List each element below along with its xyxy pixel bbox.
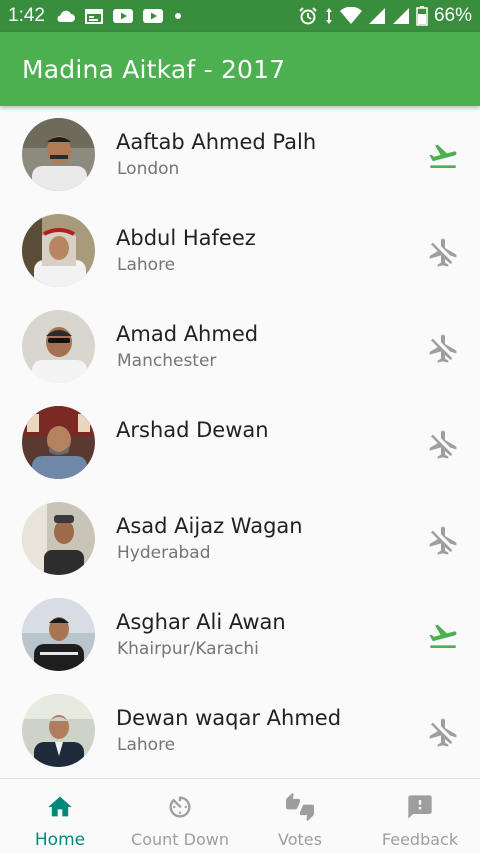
app-bar: Madina Aitkaf - 2017 <box>0 32 480 106</box>
avatar <box>22 118 95 191</box>
data-arrows-icon <box>324 6 334 26</box>
person-name: Abdul Hafeez <box>116 226 256 250</box>
alarm-icon <box>298 6 318 26</box>
list-item[interactable]: Aaftab Ahmed Palh London <box>0 106 480 202</box>
person-name: Aaftab Ahmed Palh <box>116 130 317 154</box>
list-item[interactable]: Asad Aijaz Wagan Hyderabad <box>0 490 480 586</box>
thumbs-up-down-icon <box>285 793 315 826</box>
list-item[interactable]: Asghar Ali Awan Khairpur/Karachi <box>0 586 480 682</box>
cloud-icon <box>55 9 75 23</box>
bottom-navigation: Home Count Down Votes Feedback <box>0 778 480 853</box>
person-city: Manchester <box>117 351 217 371</box>
battery-icon <box>416 6 428 26</box>
nav-votes-label: Votes <box>278 830 322 849</box>
person-name: Asghar Ali Awan <box>116 610 286 634</box>
timer-icon <box>166 793 194 826</box>
youtube-icon <box>112 9 133 23</box>
dot-icon <box>173 11 183 21</box>
avatar <box>22 310 95 383</box>
flight-takeoff-icon[interactable] <box>427 620 459 652</box>
nav-count-down[interactable]: Count Down <box>120 779 240 853</box>
avatar <box>22 502 95 575</box>
airplanemode-off-icon[interactable] <box>427 716 459 748</box>
calendar-icon <box>84 8 103 24</box>
avatar <box>22 406 95 479</box>
nav-home[interactable]: Home <box>0 779 120 853</box>
status-time: 1:42 <box>8 5 45 26</box>
airplanemode-off-icon[interactable] <box>427 236 459 268</box>
nav-feedback-label: Feedback <box>381 830 459 849</box>
wifi-icon <box>339 7 362 25</box>
avatar <box>22 598 95 671</box>
person-city: Hyderabad <box>117 543 211 563</box>
list-item[interactable]: Abdul Hafeez Lahore <box>0 202 480 298</box>
person-city: Khairpur/Karachi <box>117 639 259 659</box>
home-icon <box>46 793 74 826</box>
people-list[interactable]: Aaftab Ahmed Palh London Abdul Hafeez La… <box>0 106 480 778</box>
youtube-icon <box>142 9 163 23</box>
feedback-icon <box>406 793 434 826</box>
battery-percent: 66% <box>433 5 472 26</box>
airplanemode-off-icon[interactable] <box>427 332 459 364</box>
list-item[interactable]: Dewan waqar Ahmed Lahore <box>0 682 480 778</box>
avatar <box>22 694 95 767</box>
app-title: Madina Aitkaf - 2017 <box>22 54 286 84</box>
avatar <box>22 214 95 287</box>
list-item[interactable]: Amad Ahmed Manchester <box>0 298 480 394</box>
person-city: Lahore <box>117 255 176 275</box>
person-name: Arshad Dewan <box>116 418 269 442</box>
nav-count-down-label: Count Down <box>131 830 229 849</box>
list-item[interactable]: Arshad Dewan <box>0 394 480 490</box>
person-city: Lahore <box>117 735 176 755</box>
person-name: Amad Ahmed <box>116 322 259 346</box>
nav-feedback[interactable]: Feedback <box>360 779 480 853</box>
signal-icon <box>368 7 386 25</box>
airplanemode-off-icon[interactable] <box>427 428 459 460</box>
nav-votes[interactable]: Votes <box>240 779 360 853</box>
airplanemode-off-icon[interactable] <box>427 524 459 556</box>
person-city: London <box>117 159 180 179</box>
status-bar: 1:42 66% <box>0 0 480 32</box>
nav-home-label: Home <box>34 830 86 850</box>
person-name: Asad Aijaz Wagan <box>116 514 303 538</box>
signal-icon <box>392 7 410 25</box>
flight-takeoff-icon[interactable] <box>427 140 459 172</box>
person-name: Dewan waqar Ahmed <box>116 706 342 730</box>
